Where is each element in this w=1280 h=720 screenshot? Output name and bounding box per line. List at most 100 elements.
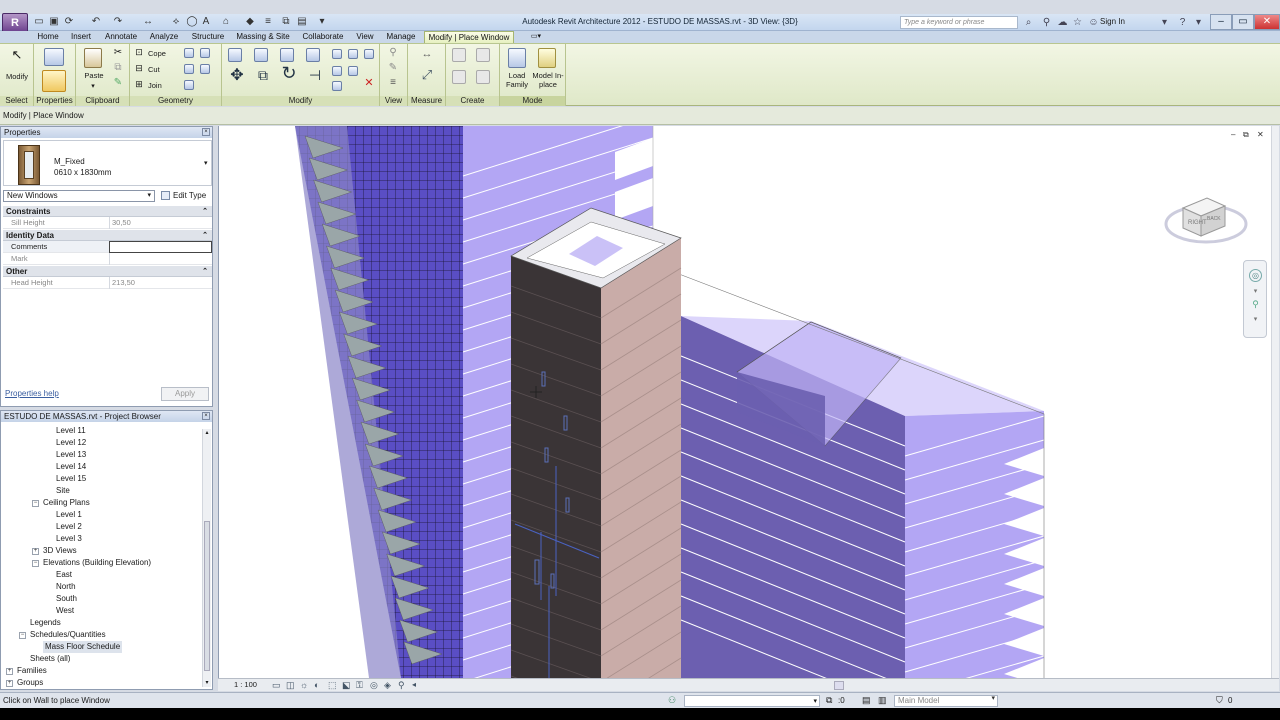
viewcube[interactable]: RIGHT BACK [1163,184,1249,250]
instance-filter-select[interactable]: New Windows ▾ [3,190,155,202]
model-in-place-icon[interactable] [538,48,556,68]
measure-icon[interactable]: ↔ [142,16,154,28]
measure-between-icon[interactable]: ↔ [414,49,440,60]
split-gap-icon[interactable] [348,49,358,59]
browser-item[interactable]: Legends [30,617,61,629]
help-dropdown-icon[interactable]: ▾ [1192,16,1205,29]
head-height-field[interactable]: 213,50 [109,277,212,289]
paste-dropdown-icon[interactable]: ▾ [82,82,104,91]
help-search-input[interactable]: Type a keyword or phrase [900,16,1018,29]
reveal-hidden-icon[interactable]: ◈ [384,679,391,691]
paste-icon[interactable] [84,48,102,68]
tree-expander-icon[interactable]: + [6,680,13,687]
visual-style-icon[interactable]: ◫ [286,679,295,691]
align-icon[interactable] [228,48,242,62]
hide-icon[interactable]: ⚲ [386,48,400,58]
design-option-select[interactable]: Main Model ▾ [894,695,998,707]
comments-field[interactable] [109,241,212,253]
tab-modify-place-window[interactable]: Modify | Place Window [424,31,514,43]
move-icon[interactable]: ✥ [226,68,248,84]
tab-structure[interactable]: Structure [186,31,230,43]
browser-item[interactable]: Site [56,485,70,497]
tab-massing-site[interactable]: Massing & Site [234,31,292,43]
cope-icon[interactable]: ⊡ [134,48,144,57]
browser-item[interactable]: Families [17,665,47,677]
worksets-icon[interactable]: ⚇ [668,693,676,708]
split-face-icon[interactable] [184,48,194,58]
match-type-icon[interactable]: ✎ [112,78,124,88]
modify-cursor-icon[interactable]: ↖ [6,48,28,61]
zoom-icon[interactable]: ⚲ [1249,299,1262,312]
browser-item[interactable]: Level 2 [56,521,82,533]
minimize-button[interactable]: – [1210,14,1232,30]
create-group-icon[interactable] [452,70,466,84]
browser-item[interactable]: Level 13 [56,449,86,461]
aligned-dimension-icon[interactable]: ⟡ [170,16,182,28]
tree-expander-icon[interactable]: + [32,548,39,555]
browser-item[interactable]: Sheets (all) [30,653,70,665]
editing-requests-icon[interactable]: ⧉ [826,693,832,708]
browser-item[interactable]: West [56,605,74,617]
mark-field[interactable] [109,253,212,265]
tab-collaborate[interactable]: Collaborate [298,31,348,43]
tab-annotate[interactable]: Annotate [100,31,142,43]
type-selector-dropdown-icon[interactable]: ▾ [204,159,208,167]
mirror-draw-icon[interactable] [306,48,320,62]
browser-item[interactable]: Level 3 [56,533,82,545]
browser-item[interactable]: Level 14 [56,461,86,473]
crop-view-icon[interactable]: ⬚ [328,679,337,691]
view-restore-icon[interactable]: ⧉ [1243,130,1249,140]
sign-in-link[interactable]: Sign In [1100,17,1125,26]
view-minimize-icon[interactable]: – [1231,130,1235,139]
browser-item[interactable]: Mass Floor Schedule [43,641,123,653]
properties-help-link[interactable]: Properties help [5,389,59,398]
trim-extend-icon[interactable]: ⊣ [306,68,324,82]
join-icon[interactable]: ⊞ [134,80,144,89]
tab-insert[interactable]: Insert [66,31,96,43]
tower-pink-face[interactable] [601,238,681,678]
model-in-place-button[interactable]: Model In-place [532,71,564,89]
browser-item[interactable]: Level 1 [56,509,82,521]
browser-item[interactable]: South [56,593,77,605]
load-family-icon[interactable] [508,48,526,68]
qat-dropdown-icon[interactable]: ▾ [316,16,328,28]
project-browser-close-icon[interactable]: × [202,412,210,420]
offset-icon[interactable] [254,48,268,62]
collapse-icon[interactable]: ⌃ [202,266,208,277]
properties-close-icon[interactable]: × [202,128,210,136]
help-icon[interactable]: ? [1176,16,1189,29]
sign-in-dropdown-icon[interactable]: ▾ [1158,16,1171,29]
canvas-scrollbar-vertical[interactable] [1271,126,1279,678]
browser-item[interactable]: Elevations (Building Elevation) [43,557,151,569]
wall-joins-icon[interactable] [184,64,194,74]
load-family-button[interactable]: Load Family [502,71,532,89]
cut-icon[interactable]: ✂ [112,48,124,58]
demolish-icon[interactable] [200,64,210,74]
default-3d-view-icon[interactable]: ⌂ [220,16,232,28]
tree-expander-icon[interactable]: − [19,632,26,639]
section-icon[interactable]: ◆ [244,16,256,28]
rotate-icon[interactable]: ↻ [278,64,300,82]
show-crop-icon[interactable]: ⬕ [342,679,351,691]
tab-analyze[interactable]: Analyze [146,31,182,43]
browser-item[interactable]: Ceiling Plans [43,497,90,509]
browser-item[interactable]: 3D Views [43,545,77,557]
browser-item[interactable]: Level 15 [56,473,86,485]
sill-height-field[interactable]: 30,50 [109,217,212,229]
3d-view-canvas[interactable]: RIGHT BACK ◎ ▾ ⚲ ▾ – ⧉ ✕ [218,126,1279,678]
filter-icon[interactable]: ⛉ [1216,693,1223,708]
type-selector[interactable]: M_Fixed 0610 x 1830mm ▾ [3,140,212,186]
tree-expander-icon[interactable]: − [32,560,39,567]
override-graphics-icon[interactable]: ✎ [386,63,400,73]
undo-icon[interactable]: ↶ [90,16,102,28]
tab-manage[interactable]: Manage [382,31,420,43]
browser-item[interactable]: Schedules/Quantities [30,629,106,641]
paint-icon[interactable] [200,48,210,58]
lock-3d-view-icon[interactable]: ⚿ [356,679,363,691]
maximize-button[interactable]: ▭ [1232,14,1254,30]
workset-select[interactable]: ▾ [684,695,820,707]
favorites-icon[interactable]: ☆ [1071,16,1084,29]
detail-level-icon[interactable]: ▭ [272,679,281,691]
paste-button[interactable]: Paste [80,71,108,80]
design-option-dropdown-icon[interactable]: ▾ [991,694,995,704]
